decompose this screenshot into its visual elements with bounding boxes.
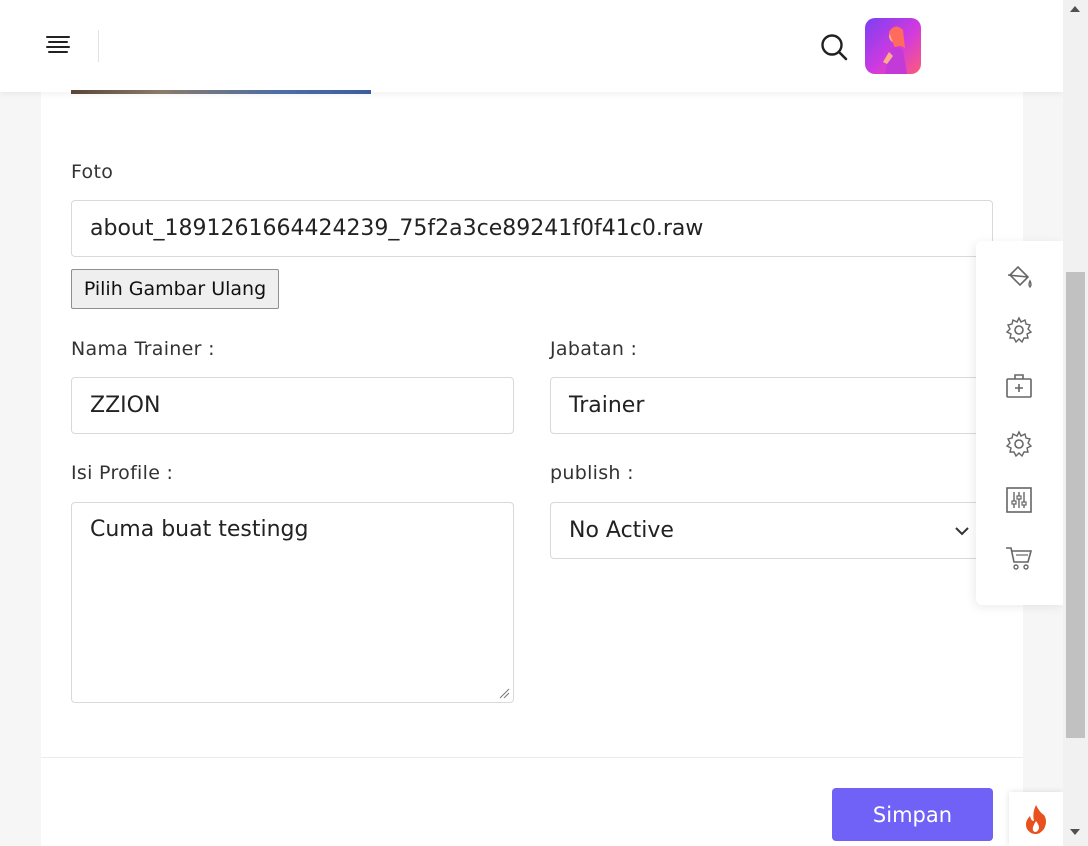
cart-icon[interactable]	[1004, 542, 1034, 572]
nama-trainer-label: Nama Trainer :	[71, 338, 215, 360]
scroll-up-arrow-icon[interactable]	[1070, 6, 1080, 12]
top-header	[0, 0, 1063, 92]
buy-now-button[interactable]	[1009, 792, 1063, 846]
choose-image-button[interactable]: Pilih Gambar Ulang	[71, 269, 279, 309]
user-avatar[interactable]	[865, 18, 921, 74]
resize-grip-icon[interactable]	[498, 687, 510, 699]
sliders-icon[interactable]	[1004, 485, 1034, 515]
form-footer-divider	[41, 757, 1023, 758]
medical-case-icon[interactable]	[1004, 371, 1034, 401]
jabatan-input[interactable]: Trainer	[550, 377, 993, 434]
publish-label: publish :	[550, 462, 634, 484]
publish-selected-value: No Active	[569, 518, 674, 543]
fire-icon	[1026, 805, 1046, 834]
foto-filename-field[interactable]: about_1891261664424239_75f2a3ce89241f0f4…	[71, 200, 993, 257]
publish-select[interactable]: No Active	[550, 502, 993, 559]
isi-profile-label: Isi Profile :	[71, 462, 174, 484]
jabatan-value: Trainer	[569, 393, 645, 418]
customizer-panel	[976, 241, 1063, 605]
current-photo-preview	[71, 90, 371, 94]
jabatan-label: Jabatan :	[550, 338, 638, 360]
scroll-down-arrow-icon[interactable]	[1070, 829, 1080, 835]
avatar-illustration	[883, 26, 907, 74]
header-divider	[98, 30, 99, 62]
page-scrollbar[interactable]	[1063, 0, 1088, 846]
isi-profile-value: Cuma buat testingg	[90, 517, 309, 542]
search-icon[interactable]	[819, 32, 849, 62]
scrollbar-thumb[interactable]	[1066, 272, 1085, 738]
isi-profile-textarea[interactable]: Cuma buat testingg	[71, 502, 514, 703]
save-button[interactable]: Simpan	[832, 788, 993, 841]
foto-label: Foto	[71, 161, 114, 183]
nama-trainer-input[interactable]: ZZION	[71, 377, 514, 434]
paint-bucket-icon[interactable]	[1004, 263, 1034, 293]
foto-filename-value: about_1891261664424239_75f2a3ce89241f0f4…	[90, 216, 704, 241]
gear-icon[interactable]	[1004, 315, 1034, 345]
hamburger-menu-icon[interactable]	[46, 36, 74, 56]
gear-icon[interactable]	[1004, 429, 1034, 459]
nama-trainer-value: ZZION	[90, 393, 161, 418]
